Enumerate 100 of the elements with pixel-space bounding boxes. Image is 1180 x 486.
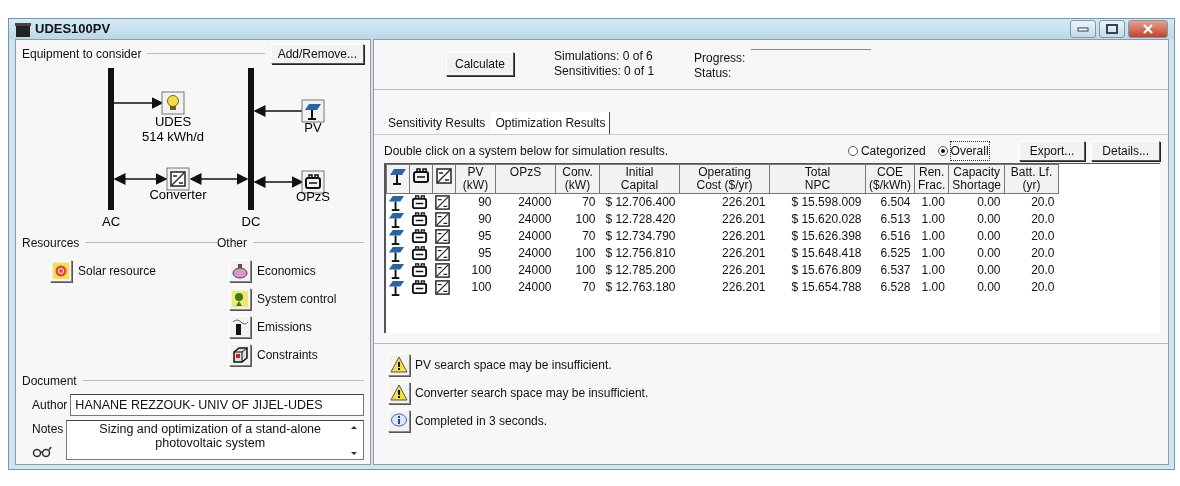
table-cell: 1.00 — [914, 193, 949, 211]
component-label: PV — [304, 119, 322, 135]
table-cell-text: 20.0 — [1030, 244, 1056, 262]
battery-icon — [412, 166, 430, 185]
result-row[interactable]: 95 24000 70 $ 12.734.790 226.201 $ 15.626.398 6.516 1.00 0.00 20.0 — [386, 227, 1059, 245]
simulations-count: Simulations: 0 of 6 — [554, 49, 654, 64]
battery-icon — [410, 278, 428, 296]
solar-panel-icon — [387, 210, 405, 228]
table-cell-text: 226.201 — [721, 278, 767, 296]
column-header: OPzS — [495, 164, 556, 193]
table-cell: 0.00 — [948, 193, 1005, 211]
table-cell-text: 24000 — [517, 244, 553, 262]
resource-label: System control — [257, 290, 337, 308]
tab[interactable]: Sensitivity Results — [384, 111, 490, 134]
action-button[interactable]: Details... — [1091, 140, 1160, 161]
table-cell-text: 100 — [574, 261, 597, 279]
tab[interactable]: Optimization Results — [491, 111, 611, 134]
radio-label[interactable]: Categorized — [860, 141, 926, 160]
column-header: Conv. (kW) — [555, 164, 600, 193]
table-cell-text: 95 — [477, 244, 493, 262]
column-header: Batt. Lf. (yr) — [1004, 164, 1059, 193]
table-cell-text: 0.00 — [976, 210, 1002, 228]
resource-label: Economics — [257, 262, 316, 280]
column-header: Total NPC — [769, 164, 866, 193]
radio-button[interactable] — [937, 145, 948, 156]
add-remove-button[interactable]: Add/Remove... — [270, 43, 364, 64]
author-field[interactable]: HANANE REZZOUK- UNIV OF JIJEL-UDES — [70, 393, 364, 417]
bus-label: AC — [101, 213, 121, 229]
table-cell-text: 90 — [477, 210, 493, 228]
close-icon — [1142, 23, 1154, 34]
table-cell-text: 6.537 — [879, 261, 912, 279]
factory-icon — [231, 317, 249, 336]
table-cell-text: 6.528 — [879, 278, 912, 296]
action-button[interactable]: Export... — [1018, 140, 1086, 161]
table-cell: $ 12.706.400 — [599, 193, 680, 211]
table-cell: 90 — [455, 193, 496, 211]
sun-icon — [52, 261, 70, 280]
radio-button[interactable] — [847, 145, 858, 156]
sensitivities-count: Sensitivities: 0 of 1 — [554, 64, 655, 79]
table-cell-text: 20.0 — [1030, 278, 1056, 296]
sun-icon-frame[interactable] — [50, 259, 72, 282]
result-row[interactable]: 95 24000 100 $ 12.756.810 226.201 $ 15.648.418 6.525 1.00 0.00 20.0 — [386, 244, 1059, 262]
cube-icon-frame[interactable] — [229, 343, 251, 366]
converter-icon — [433, 193, 451, 211]
hint-text: Double click on a system below for simulation results. — [384, 142, 669, 160]
calculate-button[interactable]: Calculate — [446, 52, 515, 76]
resource-label: Solar resource — [78, 262, 157, 280]
solar-panel-icon — [387, 278, 405, 296]
converter-icon[interactable] — [166, 167, 190, 190]
battery-icon — [410, 244, 428, 262]
result-row[interactable]: 90 24000 70 $ 12.706.400 226.201 $ 15.598.009 6.504 1.00 0.00 20.0 — [386, 193, 1059, 211]
radio-label[interactable]: Overall — [950, 141, 989, 160]
table-cell-text: 1.00 — [920, 227, 946, 245]
table-cell-text: $ 12.756.810 — [604, 244, 677, 262]
app-icon — [15, 21, 31, 38]
result-row[interactable]: 100 24000 100 $ 12.785.200 226.201 $ 15.676.809 6.537 1.00 0.00 20.0 — [386, 261, 1059, 279]
close-button[interactable] — [1128, 19, 1168, 38]
glasses-icon[interactable] — [32, 446, 52, 459]
converter-icon — [435, 166, 453, 185]
table-cell: 226.201 — [679, 193, 770, 211]
table-cell-text: 0.00 — [976, 227, 1002, 245]
field-label: Notes — [32, 421, 64, 439]
battery-icon — [410, 210, 428, 228]
result-row[interactable]: 100 24000 70 $ 12.763.180 226.201 $ 15.654.788 6.528 1.00 0.00 20.0 — [386, 278, 1059, 296]
progress-label: Progress: — [694, 51, 746, 66]
light-bulb-icon[interactable] — [161, 91, 185, 114]
component-label: OPzS — [296, 188, 330, 204]
column-header: Ren. Frac. — [914, 164, 949, 193]
figure-icon — [231, 289, 249, 308]
solar-panel-icon[interactable] — [301, 99, 325, 122]
table-cell: 24000 — [495, 193, 556, 211]
figure-icon-frame[interactable] — [229, 287, 251, 310]
table-cell-text: 100 — [574, 210, 597, 228]
table-cell: 20.0 — [1004, 193, 1059, 211]
table-cell-text: 6.513 — [879, 210, 912, 228]
table-cell-text: $ 12.763.180 — [604, 278, 677, 296]
table-cell-text: 20.0 — [1030, 261, 1056, 279]
table-cell-text: 20.0 — [1030, 227, 1056, 245]
status-label: Status: — [694, 66, 733, 81]
factory-icon-frame[interactable] — [229, 315, 251, 338]
table-cell-text: 100 — [574, 244, 597, 262]
notes-field[interactable]: Sizing and optimization of a stand-alone photovoltaic system — [66, 420, 364, 461]
battery-icon — [410, 227, 428, 245]
section-heading: Equipment to consider — [22, 45, 142, 63]
table-cell-text: $ 12.734.790 — [604, 227, 677, 245]
column-header: PV (kW) — [455, 164, 496, 193]
table-cell-text: 6.525 — [879, 244, 912, 262]
table-cell-text: 95 — [477, 227, 493, 245]
converter-icon — [433, 244, 451, 262]
message-text: Converter search space may be insufficient. — [415, 384, 649, 402]
minimize-icon — [1077, 25, 1089, 32]
battery-icon[interactable] — [301, 170, 325, 193]
table-cell-text: 24000 — [517, 278, 553, 296]
cube-icon — [231, 345, 249, 364]
maximize-button[interactable] — [1099, 19, 1125, 38]
result-row[interactable]: 90 24000 100 $ 12.728.420 226.201 $ 15.620.028 6.513 1.00 0.00 20.0 — [386, 210, 1059, 228]
table-cell-text: 24000 — [517, 261, 553, 279]
column-header: COE ($/kWh) — [865, 164, 915, 193]
battery-icon — [410, 193, 428, 211]
connector-arrow — [113, 96, 164, 109]
